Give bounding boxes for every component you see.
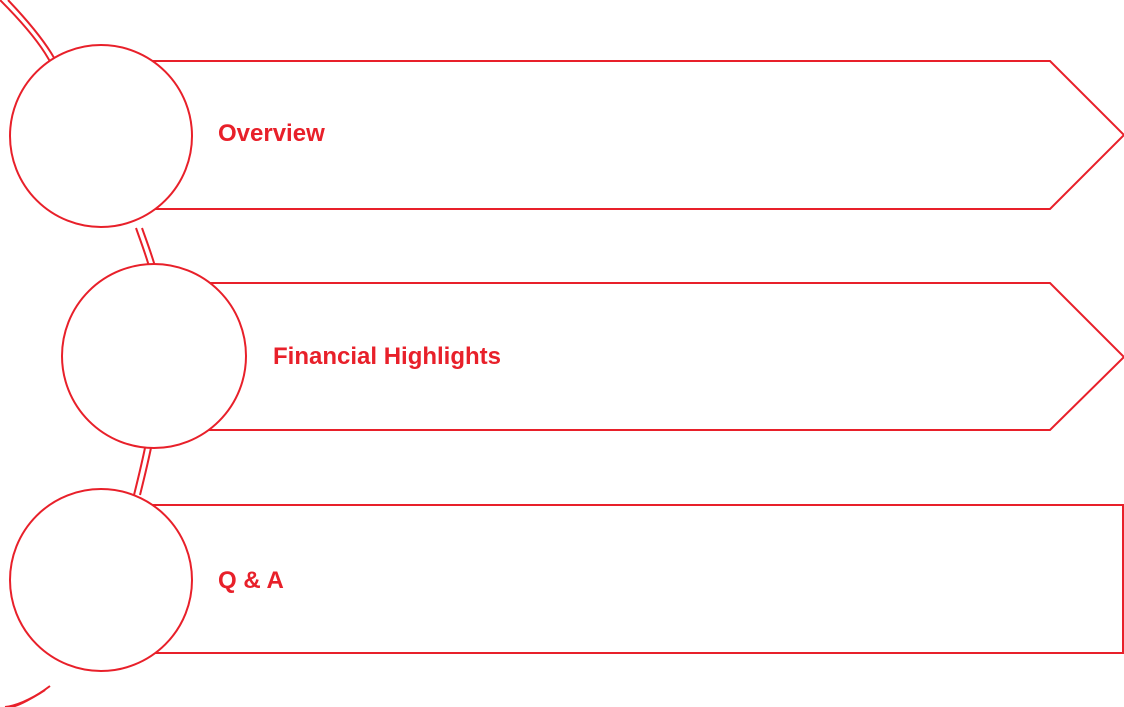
circle-marker — [9, 488, 193, 672]
agenda-diagram — [0, 0, 1124, 707]
circle-marker — [9, 44, 193, 228]
agenda-item-label-q-and-a: Q & A — [218, 567, 284, 594]
agenda-item-label-overview: Overview — [218, 120, 325, 147]
agenda-item-overview[interactable] — [9, 44, 1124, 228]
agenda-item-label-financial-highlights: Financial Highlights — [273, 343, 502, 370]
agenda-item-financial-highlights[interactable] — [61, 263, 1124, 449]
agenda-item-q-and-a[interactable] — [9, 488, 1124, 672]
circle-marker — [61, 263, 247, 449]
